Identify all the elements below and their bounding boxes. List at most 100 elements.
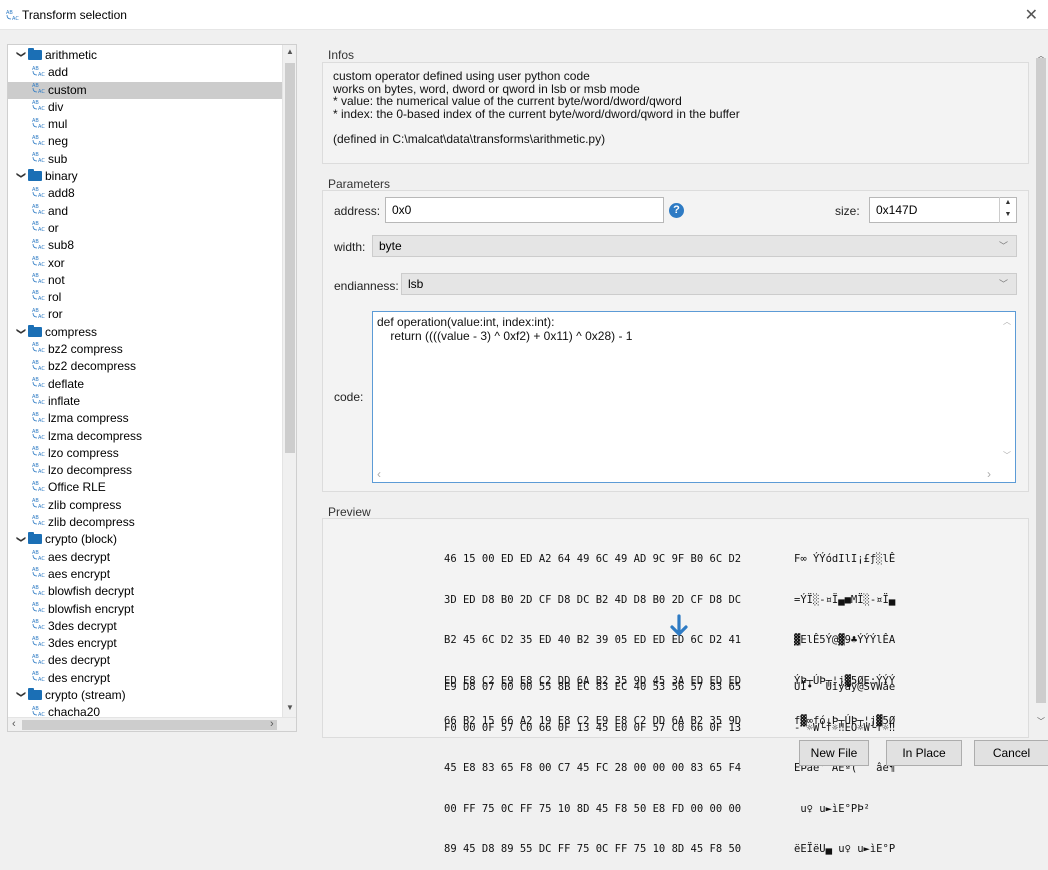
transform-icon: AB AC [32,341,46,358]
transform-icon: AB AC [32,238,46,255]
ascii-row: =ÝÏ░-¤Ï▄■MÏ░-¤Ï▄ [794,593,896,606]
tree-item[interactable]: AB AC blowfish decrypt [8,583,283,600]
scroll-thumb[interactable] [285,63,295,453]
tree-item[interactable]: AB AC lzma compress [8,410,283,427]
svg-text:AC: AC [38,677,45,682]
tree-item[interactable]: AB AC bz2 compress [8,341,283,358]
scroll-down-icon[interactable]: ﹀ [1003,450,1011,461]
scroll-thumb[interactable] [22,720,277,730]
tree-item[interactable]: AB AC deflate [8,376,283,393]
transform-icon: AB AC [32,514,46,531]
tree-item[interactable]: AB AC lzo compress [8,445,283,462]
tree-item[interactable]: AB AC neg [8,133,283,150]
tree-item[interactable]: AB AC blowfish encrypt [8,601,283,618]
tree-folder[interactable]: ❯ crypto (block) [8,531,283,548]
tree-item[interactable]: AB AC rol [8,289,283,306]
address-label: address: [334,204,381,218]
tree-item[interactable]: AB AC lzma decompress [8,428,283,445]
new-file-button[interactable]: New File [799,740,869,766]
chevron-down-icon[interactable]: ❯ [13,535,30,545]
transform-icon: AB AC [32,584,46,601]
tree-item[interactable]: AB AC sub [8,151,283,168]
transform-icon: AB AC [32,428,46,445]
scroll-down-icon[interactable]: ﹀ [1034,716,1048,727]
width-select[interactable]: byte ﹀ [372,235,1017,257]
scroll-right-icon[interactable]: › [987,467,991,481]
tree-list: ❯ arithmetic AB AC add AB AC custom AB AC div AB AC m… [8,47,283,717]
width-label: width: [334,240,366,254]
size-input[interactable]: 0x147D [869,197,1017,223]
tree-item-label: compress [45,324,98,339]
tree-item-label: 3des decrypt [48,618,117,633]
svg-text:AC: AC [38,400,45,405]
transform-icon: AB AC [32,566,46,583]
scroll-up-icon[interactable]: ▲ [283,47,297,56]
endianness-label: endianness: [334,279,399,293]
tree-horizontal-scrollbar[interactable]: ‹ › [8,717,296,731]
tree-item-label: arithmetic [45,48,98,62]
hex-row: 00 FF 75 0C FF 75 10 8D 45 F8 50 E8 FD 0… [444,802,742,815]
tree-item[interactable]: AB AC chacha20 [8,704,283,717]
tree-item[interactable]: AB AC sub8 [8,237,283,254]
svg-text:AC: AC [38,383,45,388]
size-spinner[interactable]: ▲ ▼ [999,197,1016,223]
scroll-up-icon[interactable]: ︿ [1003,316,1011,327]
tree-item[interactable]: AB AC add8 [8,185,283,202]
cancel-button[interactable]: Cancel [974,740,1048,766]
scroll-left-icon[interactable]: ‹ [377,467,381,481]
tree-item[interactable]: AB AC inflate [8,393,283,410]
chevron-down-icon[interactable]: ❯ [13,328,30,338]
tree-item[interactable]: AB AC bz2 decompress [8,358,283,375]
tree-folder[interactable]: ❯ compress [8,324,283,341]
address-input[interactable]: 0x0 [385,197,664,223]
scroll-thumb[interactable] [1036,58,1046,703]
tree-item[interactable]: AB AC mul [8,116,283,133]
tree-item[interactable]: AB AC div [8,99,283,116]
svg-text:AC: AC [38,245,45,250]
tree-folder[interactable]: ❯ binary [8,168,283,185]
tree-item[interactable]: AB AC and [8,203,283,220]
tree-item[interactable]: AB AC xor [8,255,283,272]
tree-item[interactable]: AB AC zlib decompress [8,514,283,531]
transform-tree[interactable]: ❯ arithmetic AB AC add AB AC custom AB AC div AB AC m… [7,44,297,732]
endianness-select[interactable]: lsb ﹀ [401,273,1017,295]
code-text[interactable]: def operation(value:int, index:int): ret… [377,315,632,343]
tree-item[interactable]: AB AC Office RLE [8,479,283,496]
scroll-down-icon[interactable]: ▼ [283,703,297,712]
scroll-left-icon[interactable]: ‹ [12,718,16,731]
transform-icon: AB AC [32,411,46,428]
code-horizontal-scrollbar[interactable]: ‹ › [373,467,999,482]
code-editor[interactable]: def operation(value:int, index:int): ret… [372,311,1016,483]
tree-item[interactable]: AB AC des encrypt [8,670,283,687]
tree-folder[interactable]: ❯ arithmetic [8,47,283,64]
help-icon[interactable]: ? [669,203,684,218]
in-place-button[interactable]: In Place [886,740,962,766]
svg-text:AC: AC [38,573,45,578]
spin-up-icon[interactable]: ▲ [1000,197,1016,209]
svg-text:AC: AC [38,262,45,267]
code-vertical-scrollbar[interactable]: ︿ ﹀ [999,312,1015,482]
tree-item-label: inflate [48,393,81,408]
tree-folder[interactable]: ❯ crypto (stream) [8,687,283,704]
content-scrollbar[interactable]: ︿ ﹀ [1034,44,1048,734]
close-icon[interactable]: ✕ [1025,5,1038,25]
tree-item[interactable]: AB AC add [8,64,283,81]
tree-item[interactable]: AB AC 3des encrypt [8,635,283,652]
tree-item[interactable]: AB AC lzo decompress [8,462,283,479]
chevron-down-icon[interactable]: ❯ [13,172,30,182]
tree-vertical-scrollbar[interactable]: ▲ ▼ [282,45,296,717]
chevron-down-icon[interactable]: ❯ [13,691,30,701]
tree-item[interactable]: AB AC aes decrypt [8,549,283,566]
tree-item[interactable]: AB AC aes encrypt [8,566,283,583]
scroll-right-icon[interactable]: › [270,718,274,731]
chevron-down-icon[interactable]: ❯ [13,51,30,61]
tree-item[interactable]: AB AC custom [8,81,283,99]
tree-item[interactable]: AB AC or [8,220,283,237]
svg-text:AC: AC [38,556,45,561]
tree-item[interactable]: AB AC des decrypt [8,652,283,669]
tree-item[interactable]: AB AC not [8,272,283,289]
tree-item[interactable]: AB AC 3des decrypt [8,618,283,635]
tree-item[interactable]: AB AC zlib compress [8,497,283,514]
spin-down-icon[interactable]: ▼ [1000,209,1016,221]
tree-item[interactable]: AB AC ror [8,306,283,323]
